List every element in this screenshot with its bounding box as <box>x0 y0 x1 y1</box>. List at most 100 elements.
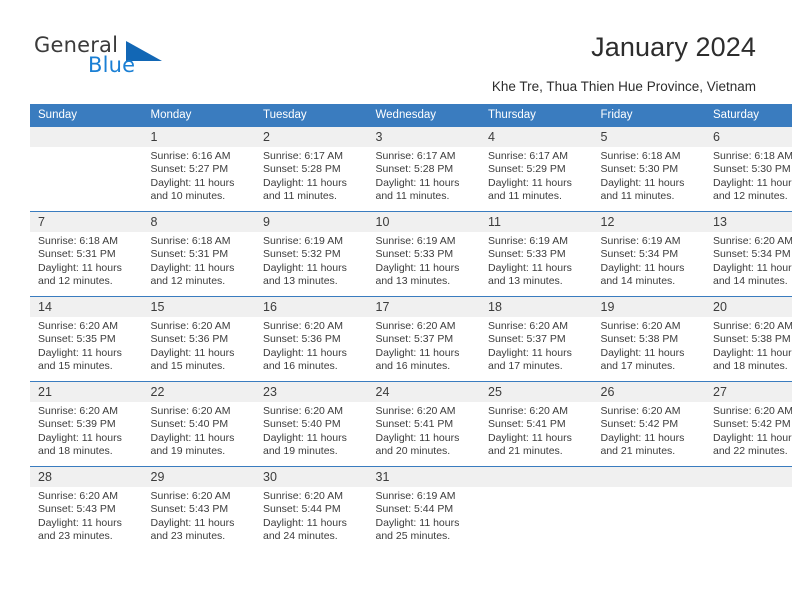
calendar-day-cell-empty <box>480 466 593 551</box>
calendar-week-row: 1 Sunrise: 6:16 AM Sunset: 5:27 PM Daylight… <box>30 127 792 212</box>
day-sun-info: Sunrise: 6:18 AM Sunset: 5:31 PM Daylight:… <box>30 232 143 289</box>
calendar-day-cell[interactable]: 19 Sunrise: 6:20 AM Sunset: 5:38 PM Dayligh… <box>592 296 705 382</box>
calendar-day-cell[interactable]: 10 Sunrise: 6:19 AM Sunset: 5:33 PM Dayligh… <box>367 211 480 297</box>
calendar-day-cell[interactable]: 16 Sunrise: 6:20 AM Sunset: 5:36 PM Dayligh… <box>255 296 368 382</box>
daylight-text: Daylight: 11 hours and 25 minutes. <box>375 516 460 543</box>
day-number: 27 <box>705 382 792 402</box>
calendar-day-cell[interactable]: 8 Sunrise: 6:18 AM Sunset: 5:31 PM Daylight… <box>142 211 255 297</box>
sunset-text: Sunset: 5:44 PM <box>375 503 454 516</box>
day-number: 17 <box>367 297 480 317</box>
calendar-day-cell[interactable]: 12 Sunrise: 6:19 AM Sunset: 5:34 PM Dayligh… <box>592 211 706 297</box>
day-number: 29 <box>142 467 255 487</box>
sunrise-text: Sunrise: 6:19 AM <box>375 490 456 502</box>
calendar-day-cell[interactable]: 9 Sunrise: 6:19 AM Sunset: 5:32 PM Daylight… <box>255 211 368 297</box>
sunset-text: Sunset: 5:34 PM <box>600 248 679 261</box>
day-number: 21 <box>30 382 143 402</box>
day-number: 28 <box>30 467 143 487</box>
sunset-text: Sunset: 5:40 PM <box>150 418 229 431</box>
calendar-day-cell[interactable]: 11 Sunrise: 6:19 AM Sunset: 5:33 PM Dayligh… <box>480 211 593 297</box>
calendar-day-cell[interactable]: 14 Sunrise: 6:20 AM Sunset: 5:35 PM Dayligh… <box>30 296 143 382</box>
daylight-text: Daylight: 11 hours and 13 minutes. <box>375 261 460 288</box>
sunset-text: Sunset: 5:40 PM <box>263 418 341 431</box>
day-number: 30 <box>255 467 368 487</box>
day-sun-info: Sunrise: 6:18 AM Sunset: 5:30 PM Daylight:… <box>705 147 792 204</box>
logo-text-blue: Blue <box>88 53 136 77</box>
sunset-text: Sunset: 5:30 PM <box>600 163 679 176</box>
calendar-body: 1 Sunrise: 6:16 AM Sunset: 5:27 PM Daylight… <box>30 127 792 551</box>
day-number: 22 <box>142 382 255 402</box>
calendar-day-cell[interactable]: 6 Sunrise: 6:18 AM Sunset: 5:30 PM Daylight… <box>705 127 792 212</box>
day-sun-info: Sunrise: 6:19 AM Sunset: 5:34 PM Daylight:… <box>593 232 706 289</box>
page-subtitle: Khe Tre, Thua Thien Hue Province, Vietna… <box>491 79 756 94</box>
calendar-day-cell[interactable]: 15 Sunrise: 6:20 AM Sunset: 5:36 PM Dayligh… <box>142 296 256 382</box>
sunrise-text: Sunrise: 6:18 AM <box>600 150 681 162</box>
calendar-day-cell[interactable]: 29 Sunrise: 6:20 AM Sunset: 5:43 PM Dayligh… <box>142 466 255 551</box>
sunset-text: Sunset: 5:38 PM <box>713 333 791 346</box>
day-number: 13 <box>705 212 792 232</box>
calendar-day-cell[interactable]: 2 Sunrise: 6:17 AM Sunset: 5:28 PM Daylight… <box>255 127 368 212</box>
day-sun-info: Sunrise: 6:20 AM Sunset: 5:36 PM Daylight:… <box>143 317 256 374</box>
daylight-text: Daylight: 11 hours and 12 minutes. <box>38 261 122 288</box>
weekday-header-friday: Friday <box>592 104 705 127</box>
calendar-day-cell-empty <box>592 466 705 551</box>
calendar-day-cell[interactable]: 22 Sunrise: 6:20 AM Sunset: 5:40 PM Dayligh… <box>142 381 256 467</box>
day-sun-info: Sunrise: 6:20 AM Sunset: 5:42 PM Daylight:… <box>705 402 792 459</box>
daylight-text: Daylight: 11 hours and 14 minutes. <box>713 261 792 288</box>
day-number: 10 <box>367 212 480 232</box>
calendar-day-cell[interactable]: 3 Sunrise: 6:17 AM Sunset: 5:28 PM Daylight… <box>367 127 480 212</box>
calendar-day-cell[interactable]: 20 Sunrise: 6:20 AM Sunset: 5:38 PM Dayligh… <box>705 296 792 382</box>
day-number: 9 <box>255 212 368 232</box>
calendar-day-cell[interactable]: 1 Sunrise: 6:16 AM Sunset: 5:27 PM Daylight… <box>142 127 256 212</box>
sunrise-text: Sunrise: 6:20 AM <box>600 320 681 332</box>
calendar-day-cell[interactable]: 17 Sunrise: 6:20 AM Sunset: 5:37 PM Dayligh… <box>367 296 480 382</box>
calendar-day-cell[interactable]: 18 Sunrise: 6:20 AM Sunset: 5:37 PM Dayligh… <box>480 296 593 382</box>
calendar-day-cell[interactable]: 13 Sunrise: 6:20 AM Sunset: 5:34 PM Dayligh… <box>705 211 792 297</box>
sunset-text: Sunset: 5:44 PM <box>263 503 341 516</box>
day-sun-info: Sunrise: 6:20 AM Sunset: 5:41 PM Daylight:… <box>480 402 593 459</box>
day-sun-info: Sunrise: 6:16 AM Sunset: 5:27 PM Daylight:… <box>143 147 256 204</box>
calendar-page: General Blue January 2024 Khe Tre, Thua … <box>0 0 792 612</box>
calendar-day-cell[interactable]: 31 Sunrise: 6:19 AM Sunset: 5:44 PM Dayligh… <box>367 466 480 551</box>
sunrise-text: Sunrise: 6:20 AM <box>263 405 343 417</box>
calendar-day-cell[interactable]: 30 Sunrise: 6:20 AM Sunset: 5:44 PM Dayligh… <box>255 466 368 551</box>
sunrise-text: Sunrise: 6:18 AM <box>150 235 231 247</box>
calendar-day-cell[interactable]: 5 Sunrise: 6:18 AM Sunset: 5:30 PM Daylight… <box>592 127 705 212</box>
day-sun-info: Sunrise: 6:20 AM Sunset: 5:40 PM Daylight:… <box>143 402 256 459</box>
calendar-day-cell[interactable]: 26 Sunrise: 6:20 AM Sunset: 5:42 PM Dayligh… <box>592 381 705 467</box>
daylight-text: Daylight: 11 hours and 11 minutes. <box>263 176 347 203</box>
sunrise-text: Sunrise: 6:17 AM <box>263 150 343 162</box>
calendar-day-cell[interactable]: 7 Sunrise: 6:18 AM Sunset: 5:31 PM Daylight… <box>30 211 143 297</box>
sunrise-text: Sunrise: 6:19 AM <box>375 235 456 247</box>
daylight-text: Daylight: 11 hours and 22 minutes. <box>713 431 792 458</box>
sunrise-text: Sunrise: 6:20 AM <box>375 320 456 332</box>
sunset-text: Sunset: 5:42 PM <box>600 418 679 431</box>
daylight-text: Daylight: 11 hours and 15 minutes. <box>150 346 235 373</box>
sunrise-text: Sunrise: 6:19 AM <box>263 235 343 247</box>
weekday-header-tuesday: Tuesday <box>255 104 368 127</box>
daylight-text: Daylight: 11 hours and 23 minutes. <box>38 516 122 543</box>
day-number: 31 <box>367 467 480 487</box>
calendar-day-cell[interactable]: 28 Sunrise: 6:20 AM Sunset: 5:43 PM Dayligh… <box>30 466 143 551</box>
daylight-text: Daylight: 11 hours and 20 minutes. <box>375 431 460 458</box>
calendar-day-cell[interactable]: 24 Sunrise: 6:20 AM Sunset: 5:41 PM Dayligh… <box>367 381 480 467</box>
sunset-text: Sunset: 5:28 PM <box>263 163 341 176</box>
day-sun-info: Sunrise: 6:19 AM Sunset: 5:32 PM Daylight:… <box>255 232 368 289</box>
day-sun-info: Sunrise: 6:20 AM Sunset: 5:36 PM Daylight:… <box>255 317 368 374</box>
sunset-text: Sunset: 5:41 PM <box>488 418 566 431</box>
daylight-text: Daylight: 11 hours and 13 minutes. <box>263 261 347 288</box>
calendar-day-cell[interactable]: 25 Sunrise: 6:20 AM Sunset: 5:41 PM Dayligh… <box>480 381 593 467</box>
daylight-text: Daylight: 11 hours and 11 minutes. <box>488 176 572 203</box>
sunrise-text: Sunrise: 6:17 AM <box>488 150 568 162</box>
day-number: 8 <box>142 212 255 232</box>
day-number: 1 <box>142 127 255 147</box>
daylight-text: Daylight: 11 hours and 12 minutes. <box>150 261 235 288</box>
calendar-day-cell[interactable]: 21 Sunrise: 6:20 AM Sunset: 5:39 PM Dayligh… <box>30 381 143 467</box>
daylight-text: Daylight: 11 hours and 24 minutes. <box>263 516 347 543</box>
calendar-day-cell[interactable]: 27 Sunrise: 6:20 AM Sunset: 5:42 PM Dayligh… <box>705 381 792 467</box>
sunset-text: Sunset: 5:36 PM <box>263 333 341 346</box>
weekday-header-wednesday: Wednesday <box>367 104 480 127</box>
calendar-day-cell[interactable]: 23 Sunrise: 6:20 AM Sunset: 5:40 PM Dayligh… <box>255 381 368 467</box>
weekday-header-saturday: Saturday <box>705 104 792 127</box>
sunset-text: Sunset: 5:33 PM <box>375 248 454 261</box>
calendar-day-cell[interactable]: 4 Sunrise: 6:17 AM Sunset: 5:29 PM Daylight… <box>480 127 593 212</box>
